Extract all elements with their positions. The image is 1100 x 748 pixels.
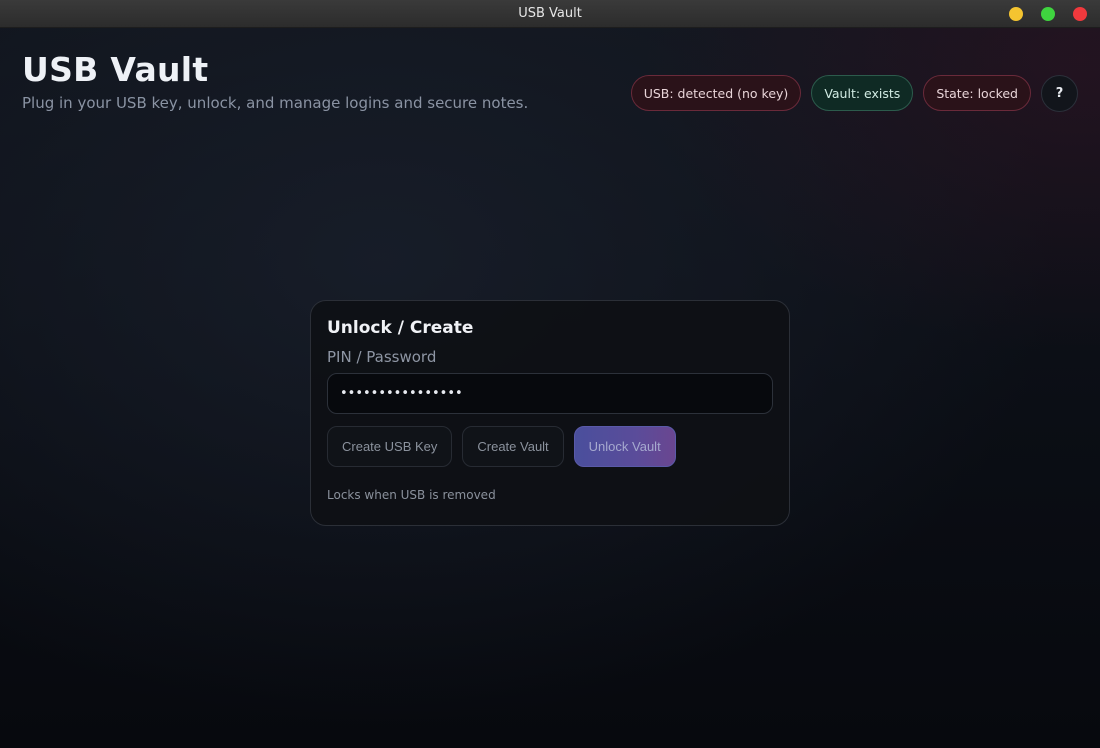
unlock-card: Unlock / Create PIN / Password Create US… [310, 300, 790, 526]
password-input[interactable] [327, 373, 773, 414]
unlock-vault-button[interactable]: Unlock Vault [573, 426, 676, 467]
lock-note: Locks when USB is removed [327, 488, 496, 502]
create-vault-button[interactable]: Create Vault [462, 426, 564, 467]
page-subtitle: Plug in your USB key, unlock, and manage… [22, 94, 529, 112]
maximize-button[interactable] [1041, 7, 1055, 21]
create-usb-key-button[interactable]: Create USB Key [327, 426, 453, 467]
title-bar[interactable]: USB Vault [0, 0, 1100, 28]
state-status-badge: State: locked [923, 75, 1031, 111]
usb-status-badge: USB: detected (no key) [630, 75, 802, 111]
action-buttons: Create USB Key Create Vault Unlock Vault [327, 426, 676, 467]
close-button[interactable] [1073, 7, 1087, 21]
card-title: Unlock / Create [327, 318, 474, 338]
password-label: PIN / Password [327, 348, 437, 366]
app-window: USB Vault USB Vault Plug in your USB key… [0, 0, 1100, 748]
help-button[interactable]: ? [1041, 74, 1078, 112]
window-title: USB Vault [518, 6, 582, 21]
status-bar: USB: detected (no key) Vault: exists Sta… [630, 74, 1078, 112]
vault-status-badge: Vault: exists [811, 75, 914, 111]
minimize-button[interactable] [1009, 7, 1023, 21]
page-title: USB Vault [22, 50, 209, 89]
